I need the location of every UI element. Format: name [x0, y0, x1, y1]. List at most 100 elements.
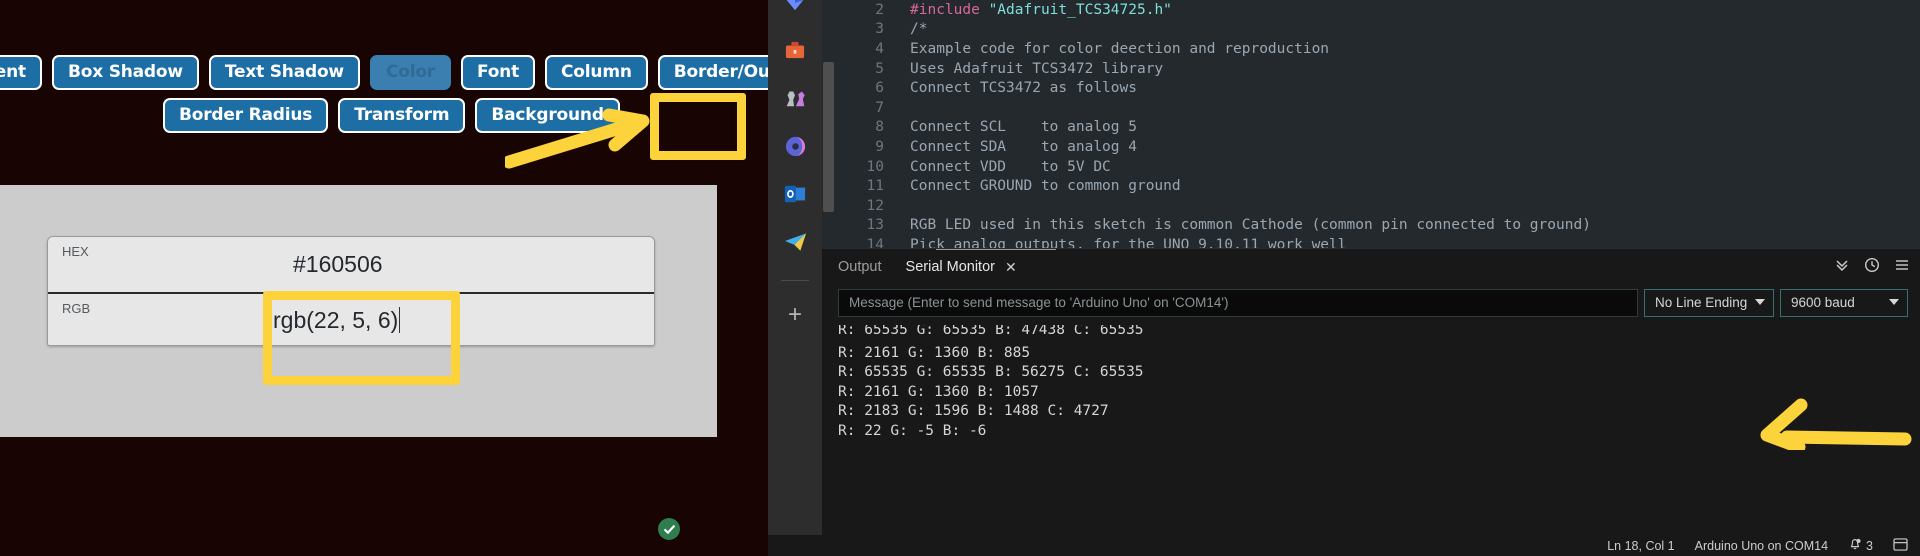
activity-divider [781, 280, 809, 281]
list-icon[interactable] [1894, 257, 1910, 277]
line-number: 14 [866, 236, 884, 248]
code-line[interactable]: 4 Example code for color deection and rep… [838, 39, 1920, 59]
serial-monitor-toolbar: Message (Enter to send message to 'Ardui… [838, 289, 1908, 317]
serial-log-line: R: 2161 G: 1360 B: 1057 [838, 383, 1039, 400]
tab-output[interactable]: Output [838, 249, 882, 285]
serial-message-input[interactable]: Message (Enter to send message to 'Ardui… [838, 289, 1638, 317]
panel-tab-bar: Output Serial Monitor ✕ [822, 249, 1920, 285]
tab-box-shadow[interactable]: Box Shadow [51, 55, 199, 90]
line-number: 8 [875, 119, 884, 136]
activity-bar: + [768, 0, 822, 535]
code-line[interactable]: 10 Connect VDD to 5V DC [838, 157, 1920, 177]
hex-field-label: HEX [62, 244, 89, 259]
notification-count: 3 [1866, 538, 1873, 553]
tab-gradient[interactable]: Gradient [0, 55, 42, 90]
tab-label: Font [476, 62, 520, 82]
tab-serial-monitor-label: Serial Monitor [905, 259, 995, 275]
briefcase-icon[interactable] [781, 36, 809, 64]
status-bar: Ln 18, Col 1 Arduino Uno on COM14 3 [768, 535, 1920, 556]
code-line[interactable]: 11 Connect GROUND to common ground [838, 176, 1920, 196]
line-number: 3 [875, 21, 884, 38]
outlook-icon[interactable] [781, 180, 809, 208]
tab-text-shadow[interactable]: Text Shadow [208, 55, 360, 90]
code-line[interactable]: 8 Connect SCL to analog 5 [838, 118, 1920, 138]
panel-layout-icon[interactable] [1893, 537, 1908, 554]
line-number: 5 [875, 60, 884, 77]
tab-font[interactable]: Font [460, 55, 536, 90]
tab-column[interactable]: Column [545, 55, 648, 90]
code-line[interactable]: 7 [838, 98, 1920, 118]
line-ending-value: No Line Ending [1655, 295, 1748, 310]
line-number: 10 [866, 158, 884, 175]
baud-rate-value: 9600 baud [1791, 295, 1855, 310]
board-status[interactable]: Arduino Uno on COM14 [1695, 539, 1828, 553]
tab-label: Border/Outline [673, 62, 768, 82]
code-line[interactable]: 12 [838, 196, 1920, 216]
tab-serial-monitor[interactable]: Serial Monitor ✕ [906, 249, 1017, 285]
code-editor[interactable]: 2 #include "Adafruit_TCS34725.h" 3 /* 4 Examp… [838, 0, 1920, 248]
code-token: Connect GROUND to common ground [910, 178, 1181, 195]
panel-action-bar [1834, 249, 1910, 285]
telegram-icon[interactable] [781, 228, 809, 256]
code-line[interactable]: 13 RGB LED used in this sketch is common … [838, 216, 1920, 236]
vscode-window: + 2 #include "Adafruit_TCS34725.h" 3 /* 4 Exa… [768, 0, 1920, 556]
copilot-icon[interactable] [781, 132, 809, 160]
serial-log-line: R: 2161 G: 1360 B: 885 [838, 344, 1031, 361]
code-token: Pick analog outputs, for the UNO 9,10,11… [910, 236, 1347, 248]
annotation-arrow-left [1760, 398, 1912, 450]
serial-log-line: R: 2183 G: 1596 B: 1488 C: 4727 [838, 403, 1109, 420]
tab-label: Column [561, 62, 632, 82]
notifications-button[interactable]: 3 [1848, 537, 1873, 554]
baud-rate-select[interactable]: 9600 baud [1780, 289, 1908, 317]
code-line[interactable]: 5 Uses Adafruit TCS3472 library [838, 59, 1920, 79]
code-token: "Adafruit_TCS34725.h" [988, 1, 1172, 18]
close-icon[interactable]: ✕ [1005, 259, 1017, 276]
chevron-down-icon [1889, 299, 1899, 305]
hex-field[interactable]: HEX #160506 [48, 237, 654, 292]
tab-border-radius[interactable]: Border Radius [163, 98, 329, 133]
serial-log-line: R: 65535 G: 65535 B: 56275 C: 65535 [838, 364, 1144, 381]
code-line[interactable]: 9 Connect SDA to analog 4 [838, 137, 1920, 157]
bell-icon [1848, 537, 1862, 554]
diamond-icon[interactable] [781, 0, 809, 16]
tab-label: Color [385, 62, 435, 82]
tab-border-outline[interactable]: Border/Outline [657, 55, 768, 90]
tab-label: Transform [354, 105, 450, 125]
code-line[interactable]: 6 Connect TCS3472 as follows [838, 78, 1920, 98]
chess-icon[interactable] [781, 84, 809, 112]
bottom-panel: Output Serial Monitor ✕ Message (Enter t… [822, 248, 1920, 535]
cursor-position[interactable]: Ln 18, Col 1 [1607, 539, 1674, 553]
css-generator-page: Gradient Box Shadow Text Shadow Color Font Co… [0, 0, 768, 556]
scrollbar-thumb[interactable] [823, 62, 834, 212]
line-number: 7 [875, 99, 884, 116]
hex-field-value: #160506 [293, 251, 383, 277]
serial-monitor-log[interactable]: R: 65535 G: 65535 B: 47438 C: 65535 R: 21… [838, 325, 1908, 525]
line-number: 12 [866, 197, 884, 214]
clock-icon[interactable] [1864, 257, 1880, 277]
tab-row-primary: Gradient Box Shadow Text Shadow Color Font Co… [0, 55, 768, 90]
code-line[interactable]: 2 #include "Adafruit_TCS34725.h" [838, 0, 1920, 20]
line-number: 4 [875, 40, 884, 57]
line-number: 6 [875, 80, 884, 97]
code-line[interactable]: 14 Pick analog outputs, for the UNO 9,10,… [838, 235, 1920, 248]
tab-label: Gradient [0, 62, 26, 82]
line-number: 9 [875, 138, 884, 155]
tab-color[interactable]: Color [369, 55, 451, 90]
code-line[interactable]: 3 /* [838, 20, 1920, 40]
code-token: /* [910, 21, 928, 38]
line-number: 2 [875, 1, 884, 18]
chevron-double-down-icon[interactable] [1834, 257, 1850, 277]
line-ending-select[interactable]: No Line Ending [1644, 289, 1774, 317]
code-token: Connect SCL to analog 5 [910, 119, 1137, 136]
serial-log-line: R: 65535 G: 65535 B: 47438 C: 65535 [838, 325, 1144, 338]
tab-transform[interactable]: Transform [338, 98, 466, 133]
code-token: #include [910, 1, 989, 18]
add-icon[interactable]: + [781, 301, 809, 329]
tab-label: Text Shadow [224, 62, 344, 82]
code-token: RGB LED used in this sketch is common Ca… [910, 217, 1591, 234]
annotation-rgb-highlight [263, 291, 460, 385]
tab-label: Box Shadow [67, 62, 183, 82]
code-token: Connect TCS3472 as follows [910, 80, 1137, 97]
code-token: Connect VDD to 5V DC [910, 158, 1111, 175]
editor-scrollbar[interactable] [822, 0, 838, 248]
